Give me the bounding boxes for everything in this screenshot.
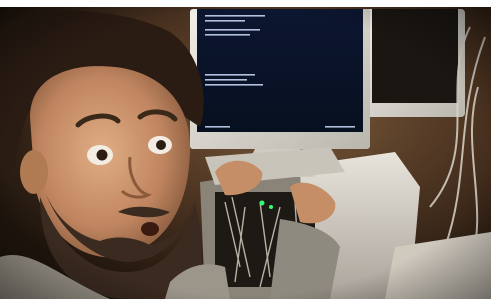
vignette [0,7,491,299]
photo-svg [0,7,491,299]
top-border [0,0,491,7]
photo [0,7,491,299]
